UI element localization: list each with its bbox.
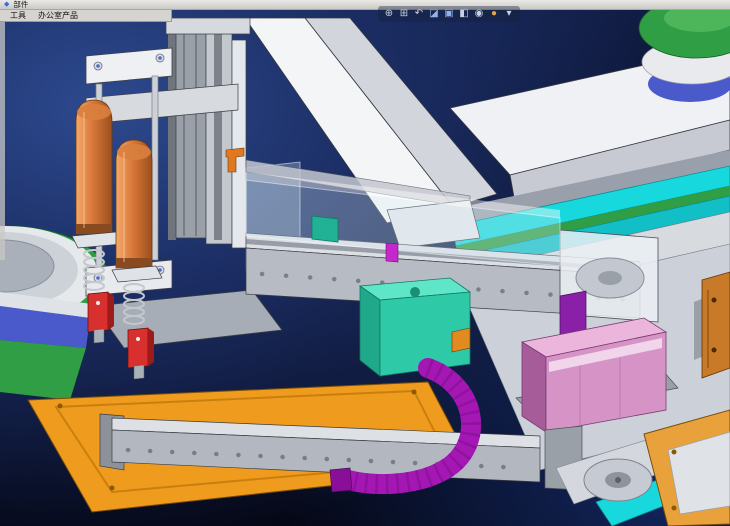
- gripper-tip: [134, 365, 144, 379]
- gripper-tip: [94, 329, 104, 343]
- assembly-model: [0, 0, 730, 526]
- app-icon: ◆: [4, 1, 9, 8]
- feeder1-base: [0, 340, 86, 400]
- end-cylinder-hub: [598, 271, 622, 285]
- slider-block[interactable]: [312, 216, 338, 242]
- chain-end-bracket: [330, 468, 352, 492]
- menu-tabs: 工具 办公室产品: [0, 10, 172, 22]
- zoom-to-area-icon[interactable]: ⊞: [398, 8, 410, 20]
- feature-panel-edge[interactable]: [0, 10, 5, 260]
- stage-plate[interactable]: [94, 290, 282, 348]
- cylinder-band: [116, 258, 152, 268]
- menu-item-office-products[interactable]: 办公室产品: [38, 12, 78, 20]
- document-title: 部件: [13, 1, 28, 9]
- gantry-top-cap: [166, 18, 250, 34]
- guide-rod: [152, 76, 158, 260]
- motor-left-face: [522, 342, 546, 432]
- motor-left-face: [360, 286, 380, 376]
- bowl-feeder-2[interactable]: [639, 0, 730, 102]
- graphics-viewport[interactable]: [0, 0, 730, 526]
- gripper-side: [148, 328, 154, 366]
- roller-axle: [615, 477, 621, 483]
- coil: [124, 292, 144, 300]
- bracket-body: [702, 272, 730, 378]
- plate-bolt: [412, 390, 417, 395]
- motor-top-port: [410, 287, 420, 297]
- bolt-center: [96, 64, 100, 68]
- plate-bolt: [58, 404, 63, 409]
- previous-view-icon[interactable]: ↶: [413, 8, 425, 20]
- gripper-2[interactable]: [128, 328, 154, 379]
- zoom-to-fit-icon[interactable]: ⊕: [383, 8, 395, 20]
- hide-show-items-icon[interactable]: ◉: [473, 8, 485, 20]
- headsup-view-toolbar: ⊕ ⊞ ↶ ◪ ▣ ◧ ◉ ● ▾: [378, 6, 520, 22]
- bolt-center: [96, 276, 100, 280]
- view-orientation-icon[interactable]: ▣: [443, 8, 455, 20]
- cylinder-dome: [117, 144, 151, 160]
- carriage-motor[interactable]: [360, 278, 470, 376]
- gripper-screw: [96, 301, 100, 305]
- cable-port: [452, 328, 470, 352]
- gripper-body: [88, 292, 108, 332]
- gripper-screw: [136, 337, 140, 341]
- cylinder-dome: [77, 104, 111, 120]
- pusher-cylinder-1[interactable]: [72, 100, 122, 248]
- bracket-bolt: [712, 348, 717, 353]
- cylinder-body: [76, 100, 112, 234]
- edit-appearance-icon[interactable]: ●: [488, 8, 500, 20]
- menu-bar: ◆ 部件: [0, 0, 730, 10]
- magenta-fitting[interactable]: [386, 243, 398, 262]
- view-settings-icon[interactable]: ▾: [503, 8, 515, 20]
- gripper-body: [128, 328, 148, 368]
- gantry-col-white: [232, 40, 246, 248]
- menu-item-tools[interactable]: 工具: [10, 12, 26, 20]
- plate-bolt: [672, 506, 677, 511]
- gantry-col-back: [176, 24, 206, 238]
- gripper-1[interactable]: [88, 292, 114, 343]
- solidworks-window: ◆ 部件 工具 办公室产品 ⊕ ⊞ ↶ ◪ ▣ ◧ ◉ ● ▾: [0, 0, 730, 526]
- section-view-icon[interactable]: ◪: [428, 8, 440, 20]
- plate-bolt: [110, 486, 115, 491]
- gantry-col-slot: [214, 32, 222, 240]
- bracket-bolt: [712, 298, 717, 303]
- display-style-icon[interactable]: ◧: [458, 8, 470, 20]
- gripper-side: [108, 292, 114, 330]
- plate-bolt: [672, 450, 677, 455]
- bolt-center: [158, 56, 162, 60]
- cylinder-band: [76, 224, 112, 234]
